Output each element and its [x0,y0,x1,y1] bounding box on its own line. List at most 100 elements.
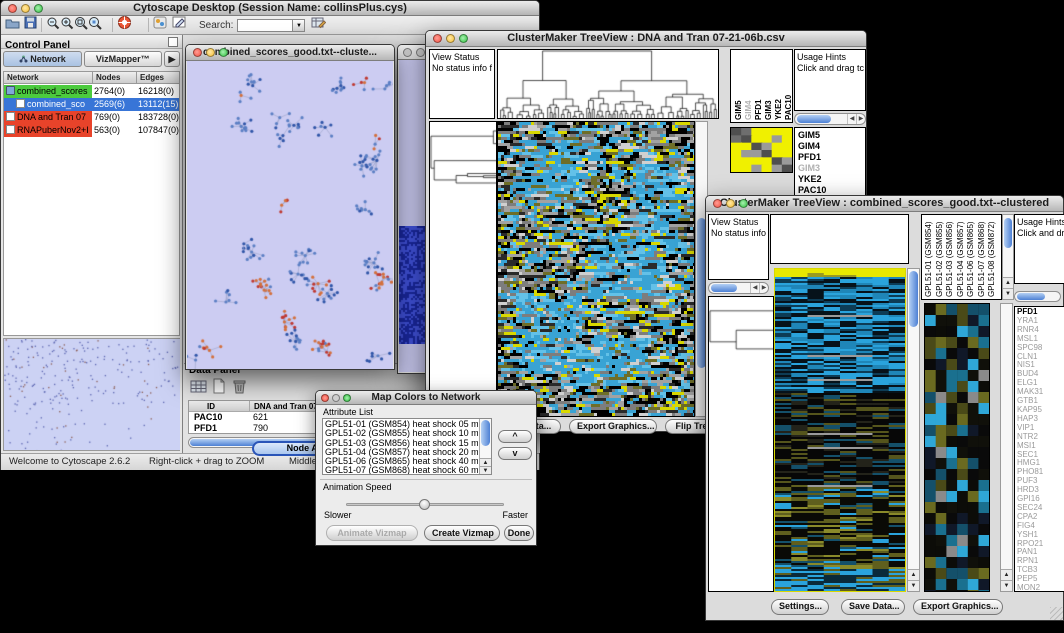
zoom-button[interactable] [343,394,351,402]
save-icon[interactable] [24,16,37,34]
trash-icon[interactable] [232,378,247,399]
treeview1-heatmap[interactable] [497,121,695,417]
zoom-in-icon[interactable] [60,16,74,35]
treeview2-vscrollbar[interactable]: ▲ ▼ [907,268,920,592]
close-button[interactable] [321,394,329,402]
table-edit-icon[interactable] [311,16,326,34]
treeview2-heatmap[interactable] [774,268,906,592]
tab-network[interactable]: Network [3,51,82,67]
col-header-network[interactable]: Network [7,72,39,84]
close-button[interactable] [193,48,202,57]
treeview1-row-dendrogram[interactable] [429,121,497,417]
save-data-button[interactable]: Save Data... [841,599,905,615]
col-header-edges[interactable]: Edges [136,72,164,83]
table-grid-icon[interactable] [190,379,207,399]
treeview1-column-dendrogram[interactable] [497,49,719,119]
minimize-button[interactable] [416,48,425,57]
zoom-selected-icon[interactable] [88,16,102,35]
scroll-down-arrow[interactable]: ▼ [1001,580,1012,591]
scroll-up-arrow[interactable]: ▲ [480,458,491,466]
column-label[interactable]: PAC10 [784,95,793,120]
treeview1-similarity-matrix[interactable] [730,127,793,173]
treeview1-column-labels[interactable]: GIM5GIM4PFD1GIM3YKE2PAC10 [730,49,793,123]
attribute-item[interactable]: GPL51-01 (GSM854) heat shock 05 min [325,420,478,429]
move-up-button[interactable]: ^ [498,430,532,443]
network-row[interactable]: combined_scores2764(0)16218(0) [4,85,179,98]
export-graphics-button[interactable]: Export Graphics... [913,599,1003,615]
minimize-button[interactable] [206,48,215,57]
column-label[interactable]: PFD1 [754,100,763,120]
zoom-fit-icon[interactable] [74,16,88,35]
tab-overflow-arrow[interactable]: ▶ [164,51,180,67]
treeview2-zoom-vscrollbar[interactable]: ▲ ▼ [1000,303,1013,592]
attribute-list-scrollbar[interactable]: ▲ ▼ [479,419,491,474]
row-label[interactable]: GIM4 [798,141,865,152]
treeview2-zoom-heatmap[interactable] [924,303,990,592]
column-label[interactable]: GIM5 [734,100,743,120]
treeview2-zoom-slider[interactable]: ◀ ▶ [708,282,769,294]
slider-right-arrow[interactable]: ▶ [856,114,865,124]
search-dropdown-arrow[interactable]: ▼ [293,19,305,32]
attribute-list[interactable]: GPL51-01 (GSM854) heat shock 05 minGPL51… [322,418,492,475]
gene-label[interactable]: MON2 [1017,584,1064,592]
attribute-item[interactable]: GPL51-04 (GSM857) heat shock 20 min [325,448,478,457]
treeview2-labels-scrollbar[interactable]: ▲ ▼ [1002,214,1014,300]
close-button[interactable] [713,199,722,208]
zoom-button[interactable] [219,48,228,57]
treeview1-zoom-slider[interactable]: ◀ ▶ [794,113,866,125]
slider-thumb[interactable] [419,499,430,510]
row-label[interactable]: YKE2 [798,174,865,185]
treeview2-column-labels[interactable]: GPL51-01 (GSM854)GPL51-02 (GSM855)GPL51-… [921,214,1002,300]
open-folder-icon[interactable] [5,16,20,34]
settings-button[interactable]: Settings... [771,599,829,615]
dialog-titlebar[interactable]: Map Colors to Network [316,391,536,405]
zoom-button[interactable] [459,34,468,43]
treeview2-titlebar[interactable]: ClusterMaker TreeView : combined_scores_… [706,196,1063,212]
data-col-id[interactable]: ID [207,401,215,412]
column-label[interactable]: GPL51-07 (GSM868) [977,221,986,297]
attribute-item[interactable]: GPL51-06 (GSM865) heat shock 40 min [325,457,478,466]
column-label[interactable]: YKE2 [774,99,783,120]
network-titlebar[interactable]: combined_scores_good.txt--cluste... [186,45,394,61]
network-row[interactable]: combined_sco2569(6)13112(15) [4,98,179,111]
scroll-up-arrow[interactable]: ▲ [1003,277,1013,288]
scroll-down-arrow[interactable]: ▼ [480,466,491,474]
scroll-down-arrow[interactable]: ▼ [908,580,919,591]
help-lifering-icon[interactable] [117,15,132,35]
minimize-button[interactable] [21,4,30,13]
attribute-item[interactable]: GPL51-07 (GSM868) heat shock 60 min [325,466,478,475]
row-label[interactable]: PFD1 [798,152,865,163]
network-canvas[interactable] [187,61,393,368]
column-label[interactable]: GPL51-03 (GSM856) [945,221,954,297]
column-label[interactable]: GPL51-08 (GSM872) [987,221,996,297]
zoom-out-icon[interactable] [46,16,60,35]
network-overview-panel[interactable] [3,338,180,451]
scroll-up-arrow[interactable]: ▲ [1001,569,1012,580]
row-label[interactable]: GIM3 [798,163,865,174]
column-label[interactable]: GPL51-01 (GSM854) [924,221,933,297]
scroll-down-arrow[interactable]: ▼ [1003,288,1013,299]
minimize-button[interactable] [726,199,735,208]
tab-vizmapper[interactable]: VizMapper™ [84,51,163,67]
treeview2-usage-slider[interactable] [1014,291,1061,302]
attribute-item[interactable]: GPL51-02 (GSM855) heat shock 10 min [325,429,478,438]
resize-grip[interactable] [1050,607,1063,620]
column-label[interactable]: GIM4 [744,100,753,120]
close-button[interactable] [433,34,442,43]
main-titlebar[interactable]: Cytoscape Desktop (Session Name: collins… [1,1,539,16]
animation-speed-slider[interactable] [346,503,504,506]
treeview1-titlebar[interactable]: ClusterMaker TreeView : DNA and Tran 07-… [426,31,866,47]
minimize-button[interactable] [332,394,340,402]
new-document-icon[interactable] [212,378,226,399]
done-button[interactable]: Done [504,525,534,541]
network-row[interactable]: RNAPuberNov2+I563(0)107847(0) [4,124,179,137]
slider-left-arrow[interactable]: ◀ [847,114,856,124]
close-button[interactable] [403,48,412,57]
slider-left-arrow[interactable]: ◀ [750,283,759,293]
treeview2-row-dendrogram[interactable] [708,296,774,592]
column-label[interactable]: GPL51-02 (GSM855) [935,221,944,297]
treeview2-gene-labels[interactable]: PFD1YRA1RNR4MSL1SPC98CLN1NIS1BUD4ELG1MAK… [1014,306,1064,592]
zoom-button[interactable] [739,199,748,208]
row-label[interactable]: GIM5 [798,130,865,141]
move-down-button[interactable]: v [498,447,532,460]
